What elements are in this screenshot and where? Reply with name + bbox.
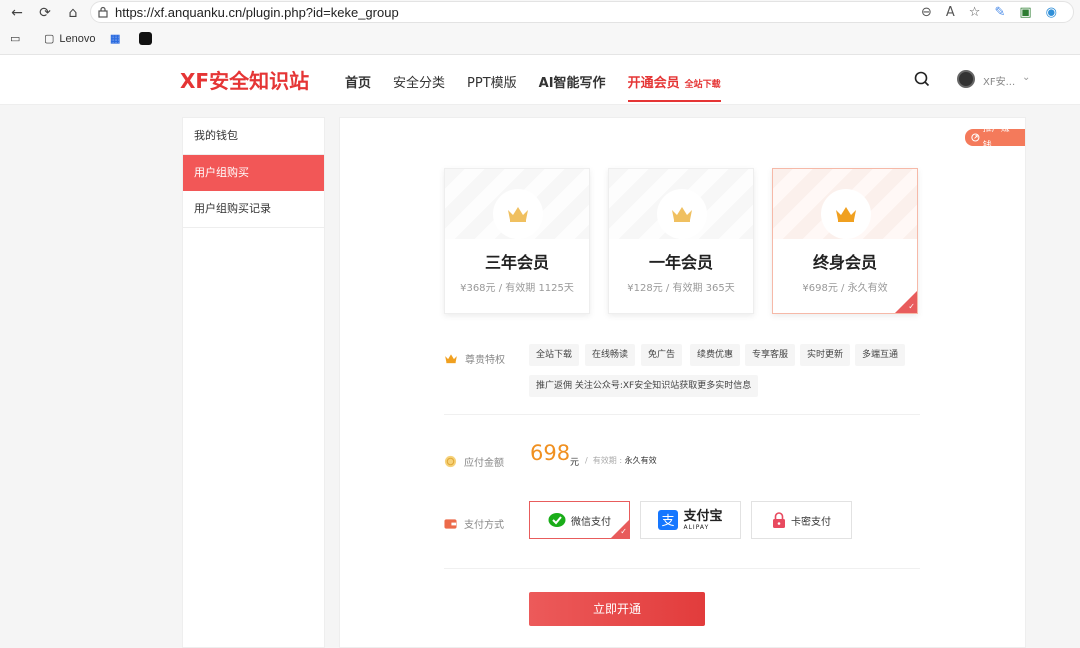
- extension-icon[interactable]: ✎: [994, 5, 1005, 20]
- browser-toolbar: ← ⟳ ⌂ https://xf.anquanku.cn/plugin.php?…: [0, 0, 1080, 25]
- alipay-icon: 支: [658, 510, 679, 530]
- coin-icon: [444, 455, 457, 468]
- svg-text:支: 支: [662, 514, 675, 529]
- edge-icon[interactable]: ◉: [1046, 5, 1057, 20]
- crown-small-icon: [445, 354, 457, 364]
- user-name[interactable]: XF安...: [983, 73, 1015, 88]
- membership-panel: 推广赚钱 三年会员 ¥368元 / 有效期 1125天 一年会员 ¥128元 /…: [339, 117, 1026, 648]
- read-aloud-icon[interactable]: A: [946, 5, 955, 20]
- download-icon[interactable]: ▣: [1019, 5, 1031, 20]
- main-nav: 首页 安全分类 PPT模版 AI智能写作 开通会员 全站下载: [345, 72, 743, 102]
- share-icon: [971, 133, 980, 142]
- bookmark-bar: ▭ ▢ Lenovo ▦: [0, 25, 1080, 55]
- promo-tag[interactable]: 推广赚钱: [965, 124, 1025, 151]
- sidebar-item-wallet[interactable]: 我的钱包: [183, 118, 324, 154]
- sidebar: 我的钱包 用户组购买 用户组购买记录: [182, 117, 325, 648]
- divider: [444, 568, 920, 569]
- privileges-label-row: 尊贵特权: [444, 351, 505, 366]
- nav-ppt[interactable]: PPT模版: [467, 72, 517, 91]
- pay-option-label: 微信支付: [571, 516, 611, 528]
- validity-label: 有效期 :: [592, 456, 623, 465]
- bookmark-label: Lenovo: [59, 32, 96, 45]
- pay-label: 支付方式: [464, 520, 504, 531]
- feature-tag: 实时更新: [800, 344, 851, 366]
- pay-option-label: 支付宝: [683, 508, 723, 524]
- plan-card-1year[interactable]: 一年会员 ¥128元 / 有效期 365天: [608, 168, 754, 314]
- favorite-star-icon[interactable]: ☆: [969, 5, 981, 20]
- alipay-label-group: 支付宝 ALIPAY: [683, 510, 722, 531]
- address-bar[interactable]: https://xf.anquanku.cn/plugin.php?id=kek…: [90, 1, 1074, 23]
- plan-title: 终身会员: [812, 253, 877, 272]
- back-icon[interactable]: ←: [8, 4, 26, 22]
- plan-title: 三年会员: [484, 253, 549, 272]
- lock-icon: [98, 6, 108, 18]
- plan-title: 一年会员: [648, 253, 713, 272]
- plan-card-lifetime[interactable]: 终身会员 ¥698元 / 永久有效 ✓: [772, 168, 918, 314]
- feature-tag: 专享客服: [745, 344, 796, 366]
- check-icon: ✓: [620, 527, 627, 536]
- folder-icon: ▢: [44, 33, 55, 45]
- amount-label-row: 应付金额: [444, 454, 504, 469]
- wallet-icon: [444, 518, 457, 529]
- avatar[interactable]: [957, 70, 975, 88]
- zoom-icon[interactable]: ⊖: [921, 5, 932, 20]
- url-text: https://xf.anquanku.cn/plugin.php?id=kek…: [115, 5, 399, 20]
- nav-membership-label: 开通会员: [627, 76, 680, 91]
- amount-label: 应付金额: [464, 458, 504, 469]
- bookmark-tab-icon[interactable]: ▭: [10, 32, 20, 45]
- feature-tag: 推广返佣 关注公众号:XF安全知识站获取更多实时信息: [529, 375, 759, 397]
- chevron-down-icon[interactable]: ⌄: [1022, 72, 1030, 83]
- bookmark-site-icon[interactable]: ▦: [110, 32, 120, 45]
- pay-label-row: 支付方式: [444, 516, 504, 531]
- pay-option-alipay[interactable]: 支 支付宝 ALIPAY: [640, 501, 741, 539]
- plan-price: ¥368元 / 有效期 1125天: [460, 283, 574, 294]
- feature-tag: 全站下载: [529, 344, 580, 366]
- pay-option-wechat[interactable]: 微信支付 ✓: [529, 501, 630, 539]
- nav-ai-writing[interactable]: AI智能写作: [539, 72, 606, 91]
- feature-tag: 多端互通: [855, 344, 906, 366]
- promo-tag-label: 推广赚钱: [982, 123, 1010, 151]
- reload-icon[interactable]: ⟳: [36, 4, 54, 22]
- search-icon[interactable]: [914, 71, 930, 87]
- divider: [444, 414, 920, 415]
- tiktok-icon[interactable]: [139, 32, 152, 45]
- pay-option-label: 卡密支付: [791, 516, 831, 528]
- amount-value: 698: [530, 441, 571, 465]
- nav-membership-sub: 全站下载: [684, 80, 721, 90]
- plan-price: ¥128元 / 有效期 365天: [627, 283, 735, 294]
- feature-tag: 在线畅读: [585, 344, 636, 366]
- nav-membership[interactable]: 开通会员 全站下载: [627, 72, 721, 102]
- wechat-icon: [548, 513, 566, 527]
- validity-info: / 有效期 : 永久有效: [585, 455, 657, 466]
- privileges-label: 尊贵特权: [465, 355, 505, 366]
- sidebar-item-purchase-records[interactable]: 用户组购买记录: [183, 191, 324, 227]
- crown-icon: [836, 207, 856, 222]
- pay-option-card[interactable]: 卡密支付: [751, 501, 852, 539]
- open-now-button[interactable]: 立即开通: [529, 592, 705, 626]
- pay-option-sub: ALIPAY: [683, 523, 710, 531]
- bookmark-lenovo[interactable]: ▢ Lenovo: [44, 32, 96, 46]
- plan-card-3year[interactable]: 三年会员 ¥368元 / 有效期 1125天: [444, 168, 590, 314]
- feature-tag: 续费优惠: [690, 344, 741, 366]
- nav-security-category[interactable]: 安全分类: [393, 72, 445, 91]
- lock-icon: [773, 511, 785, 528]
- amount-unit: 元: [570, 458, 580, 468]
- validity-value: 永久有效: [624, 456, 657, 465]
- amount-separator: /: [585, 456, 588, 465]
- crown-icon: [672, 207, 692, 222]
- crown-icon: [508, 207, 528, 222]
- feature-tag: 免广告: [641, 344, 683, 366]
- site-header: XF安全知识站 首页 安全分类 PPT模版 AI智能写作 开通会员 全站下载 XF…: [0, 55, 1080, 105]
- home-icon[interactable]: ⌂: [64, 4, 82, 22]
- nav-home[interactable]: 首页: [345, 72, 371, 91]
- site-logo[interactable]: XF安全知识站: [180, 65, 309, 94]
- sidebar-item-group-purchase[interactable]: 用户组购买: [183, 155, 324, 191]
- check-icon: ✓: [908, 302, 915, 311]
